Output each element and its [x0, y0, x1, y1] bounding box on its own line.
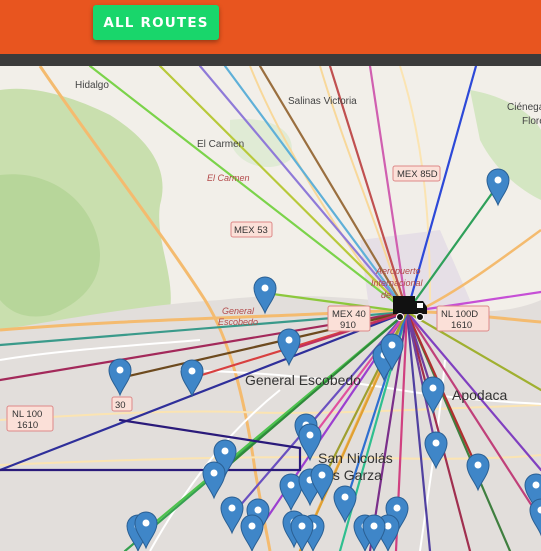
place-label: El Carmen	[197, 139, 244, 150]
svg-text:30: 30	[115, 400, 126, 411]
place-label: Internacional	[371, 278, 424, 288]
svg-text:1610: 1610	[451, 320, 472, 331]
highway-shield: MEX 40 910	[327, 305, 371, 332]
place-label: El Carmen	[207, 173, 250, 183]
place-label: Flores	[522, 116, 541, 127]
place-label: de	[381, 290, 391, 300]
svg-text:MEX 53: MEX 53	[234, 225, 268, 236]
place-label: General Escobedo	[245, 372, 361, 388]
place-label: Ciénega de	[507, 102, 541, 113]
svg-text:NL 100: NL 100	[12, 409, 42, 420]
all-routes-button[interactable]: ALL ROUTES	[93, 5, 219, 40]
top-bar: ALL ROUTES	[0, 0, 541, 54]
place-label: Hidalgo	[75, 80, 109, 91]
place-label: Escobedo	[218, 317, 258, 327]
svg-text:NL 100D: NL 100D	[441, 309, 478, 320]
highway-shield: NL 100 1610	[6, 405, 54, 432]
svg-text:1610: 1610	[17, 420, 38, 431]
place-label: San Nicolás	[318, 450, 393, 466]
highway-shield: 30	[111, 396, 133, 412]
svg-text:MEX 40: MEX 40	[332, 309, 366, 320]
place-label: General	[222, 306, 255, 316]
place-label: Aeropuerto	[375, 266, 421, 276]
highway-shield: MEX 53	[230, 221, 273, 238]
highway-shield: MEX 85D	[392, 165, 441, 182]
svg-text:MEX 85D: MEX 85D	[397, 169, 438, 180]
place-label: Apodaca	[452, 387, 507, 403]
highway-shield: NL 100D 1610	[436, 305, 490, 332]
svg-text:910: 910	[340, 320, 356, 331]
map-view[interactable]: Hidalgo Salinas Victoria Ciénega de Flor…	[0, 66, 541, 551]
place-label: Salinas Victoria	[288, 96, 357, 107]
map-top-strip	[0, 54, 541, 66]
